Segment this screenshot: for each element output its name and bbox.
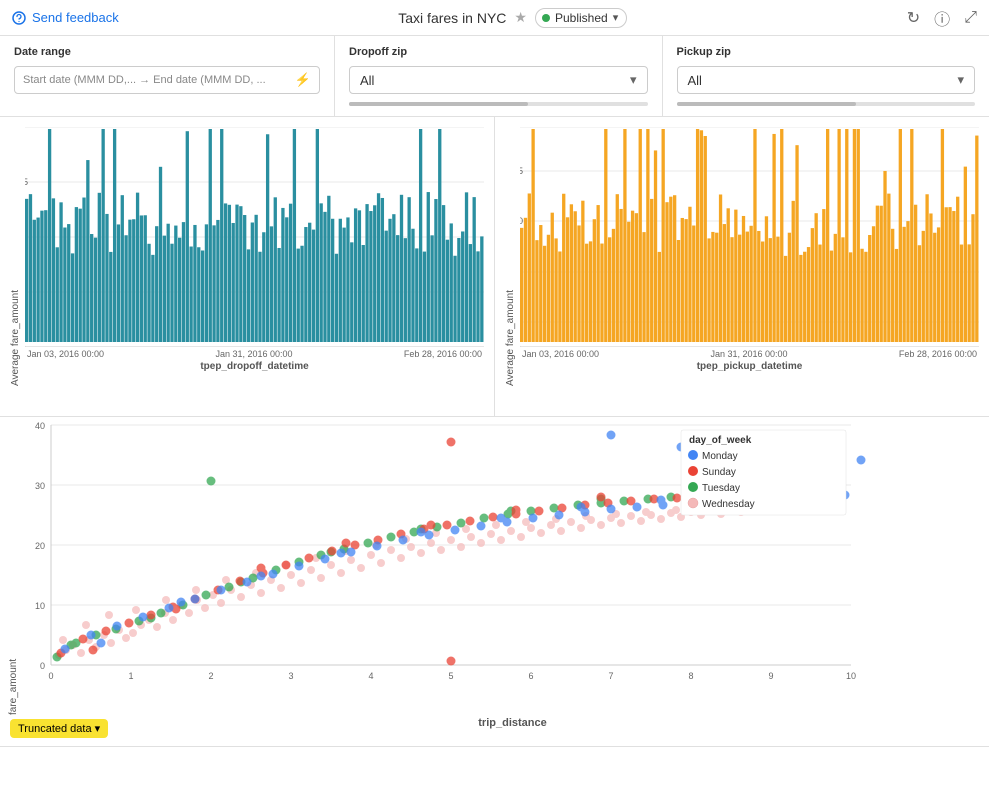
svg-text:Monday: Monday <box>702 451 738 462</box>
svg-text:10: 10 <box>846 671 856 681</box>
svg-text:40: 40 <box>35 421 45 431</box>
svg-text:8: 8 <box>688 671 693 681</box>
scatter-chart: fare_amount 0 10 20 30 40 0 1 2 3 4 5 <box>0 417 989 747</box>
svg-text:Wednesday: Wednesday <box>702 499 755 510</box>
charts-top-row: Average fare_amount 0 10 20 25 <box>0 117 989 417</box>
header: Send feedback Taxi fares in NYC ★ Publis… <box>0 0 989 36</box>
svg-text:0: 0 <box>25 342 26 347</box>
svg-text:7: 7 <box>608 671 613 681</box>
svg-text:5: 5 <box>448 671 453 681</box>
dropoff-zip-value: All <box>360 73 374 88</box>
chart2-svg: 0 10 20 30 35 <box>520 127 979 347</box>
svg-text:0: 0 <box>40 661 45 671</box>
pickup-zip-scrollbar[interactable] <box>677 102 976 106</box>
svg-text:Tuesday: Tuesday <box>702 483 740 494</box>
info-icon[interactable]: ⓘ <box>934 6 950 30</box>
chart2-x-ticks: Jan 03, 2016 00:00 Jan 31, 2016 00:00 Fe… <box>520 349 979 359</box>
feedback-label: Send feedback <box>32 10 119 25</box>
legend-title: day_of_week <box>689 435 752 446</box>
svg-text:0: 0 <box>520 342 521 347</box>
star-icon[interactable]: ★ <box>514 9 527 26</box>
pickup-zip-select[interactable]: All ▾ <box>677 66 976 94</box>
truncated-data-badge[interactable]: Truncated data ▾ <box>10 719 108 738</box>
svg-text:10: 10 <box>35 601 45 611</box>
published-badge[interactable]: Published ▾ <box>535 8 627 28</box>
published-label: Published <box>555 11 608 25</box>
svg-text:9: 9 <box>768 671 773 681</box>
truncated-data-label: Truncated data ▾ <box>18 722 100 735</box>
chart2-x-label: tpep_pickup_datetime <box>520 361 979 372</box>
dropoff-chart: Average fare_amount 0 10 20 25 <box>0 117 495 416</box>
svg-text:30: 30 <box>520 216 523 226</box>
svg-text:6: 6 <box>528 671 533 681</box>
refresh-icon[interactable]: ↻ <box>907 8 920 28</box>
scatter-svg: 0 10 20 30 40 0 1 2 3 4 5 6 7 8 9 10 <box>21 425 871 695</box>
green-dot-icon <box>542 14 550 22</box>
page-title-area: Taxi fares in NYC ★ Published ▾ <box>398 8 627 28</box>
scatter-x-label: trip_distance <box>44 717 981 729</box>
feedback-icon <box>12 11 26 25</box>
lightning-icon[interactable]: ⚡ <box>295 72 311 88</box>
pickup-zip-label: Pickup zip <box>677 46 976 58</box>
dropoff-zip-label: Dropoff zip <box>349 46 648 58</box>
filters-row: Date range Start date (MMM DD,... → End … <box>0 36 989 117</box>
svg-text:0: 0 <box>48 671 53 681</box>
pickup-zip-chevron: ▾ <box>957 72 964 88</box>
pickup-chart: Average fare_amount 0 10 20 30 35 <box>495 117 989 416</box>
expand-icon[interactable]: ⤢ <box>964 9 977 27</box>
dropoff-zip-panel: Dropoff zip All ▾ <box>335 36 663 116</box>
date-range-panel: Date range Start date (MMM DD,... → End … <box>0 36 335 116</box>
dropoff-zip-scrollbar[interactable] <box>349 102 648 106</box>
svg-text:2: 2 <box>208 671 213 681</box>
header-actions: ↻ ⓘ ⤢ <box>907 6 977 30</box>
svg-text:30: 30 <box>35 481 45 491</box>
svg-text:Sunday: Sunday <box>702 467 736 478</box>
pickup-zip-value: All <box>688 73 702 88</box>
svg-text:20: 20 <box>35 541 45 551</box>
chevron-down-icon: ▾ <box>613 11 619 24</box>
page-title: Taxi fares in NYC <box>398 10 506 26</box>
svg-text:3: 3 <box>288 671 293 681</box>
feedback-link[interactable]: Send feedback <box>12 10 119 25</box>
dropoff-zip-chevron: ▾ <box>630 72 637 88</box>
svg-text:4: 4 <box>368 671 373 681</box>
svg-text:35: 35 <box>520 166 523 176</box>
date-range-label: Date range <box>14 46 320 58</box>
chart1-x-label: tpep_dropoff_datetime <box>25 361 484 372</box>
date-range-input[interactable]: Start date (MMM DD,... → End date (MMM D… <box>14 66 320 94</box>
pickup-zip-panel: Pickup zip All ▾ <box>663 36 989 116</box>
chart1-x-ticks: Jan 03, 2016 00:00 Jan 31, 2016 00:00 Fe… <box>25 349 484 359</box>
scatter-y-label: fare_amount <box>8 659 19 715</box>
chart2-y-label: Average fare_amount <box>505 290 516 386</box>
chart1-svg: 0 10 20 25 <box>25 127 484 347</box>
dropoff-zip-select[interactable]: All ▾ <box>349 66 648 94</box>
chart1-y-label: Average fare_amount <box>10 290 21 386</box>
svg-text:25: 25 <box>25 177 28 187</box>
svg-text:1: 1 <box>128 671 133 681</box>
date-range-placeholder: Start date (MMM DD,... → End date (MMM D… <box>23 74 289 86</box>
